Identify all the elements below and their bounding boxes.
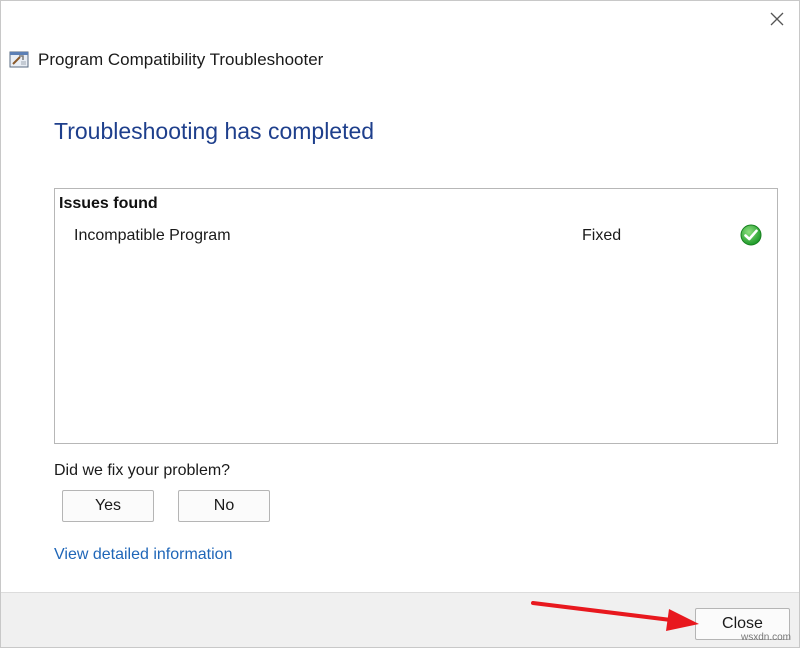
issues-panel: Issues found Incompatible Program Fixed <box>54 188 778 444</box>
issue-status: Fixed <box>582 227 622 244</box>
window-title: Program Compatibility Troubleshooter <box>38 50 324 69</box>
green-check-icon <box>740 224 762 246</box>
issue-name: Incompatible Program <box>74 227 231 244</box>
issues-header: Issues found <box>59 195 158 212</box>
no-button[interactable]: No <box>178 490 270 522</box>
troubleshooter-window: Program Compatibility Troubleshooter Tro… <box>0 0 800 648</box>
page-title: Troubleshooting has completed <box>54 118 375 144</box>
view-detailed-information-link[interactable]: View detailed information <box>54 546 232 564</box>
yes-button[interactable]: Yes <box>62 490 154 522</box>
issue-row: Incompatible Program Fixed <box>55 224 777 251</box>
troubleshooter-app-icon <box>9 51 29 68</box>
close-icon <box>770 12 784 26</box>
window-close-button[interactable] <box>765 7 789 31</box>
watermark: wsxdn.com <box>740 632 791 643</box>
fix-question: Did we fix your problem? <box>54 462 231 479</box>
red-arrow-annotation <box>531 601 699 631</box>
window-title-bar: Program Compatibility Troubleshooter <box>9 50 323 70</box>
